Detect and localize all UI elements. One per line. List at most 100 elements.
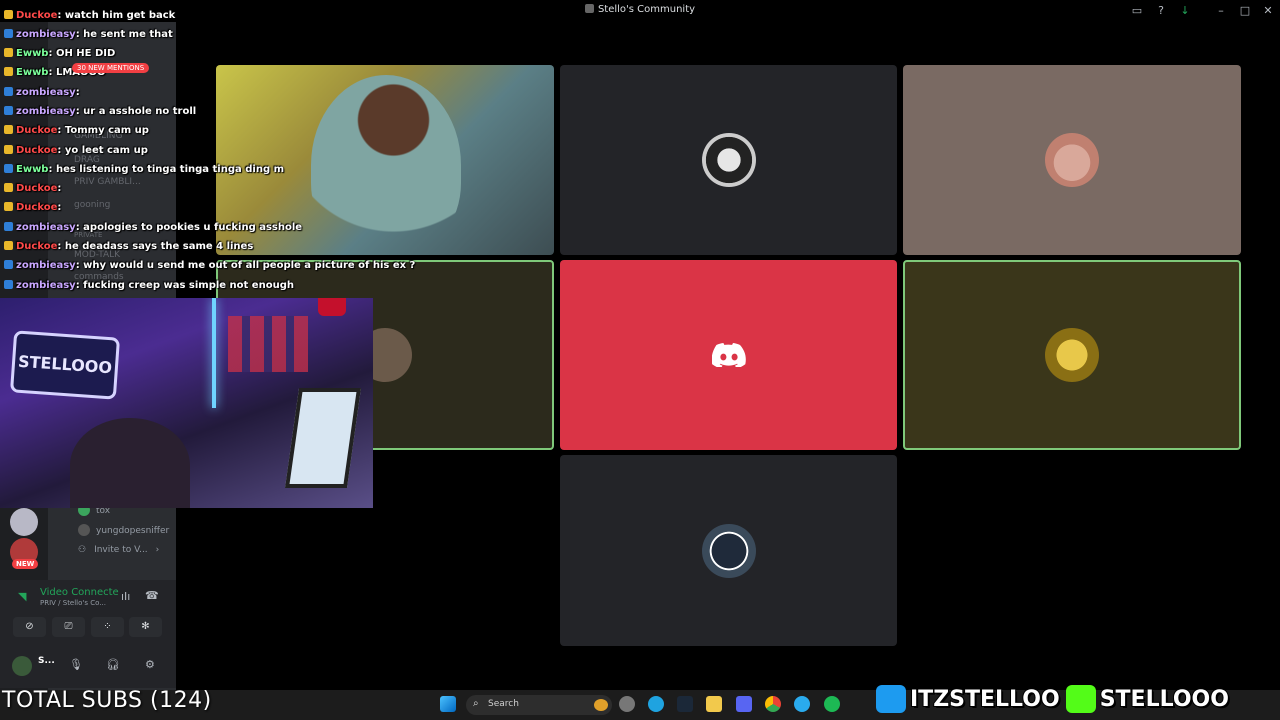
file-explorer-icon[interactable] [706, 696, 722, 712]
signal-icon[interactable]: ◥ [18, 590, 26, 603]
chat-username: Duckoe [16, 202, 58, 213]
chat-message: Duckoe: yo leet cam up [4, 145, 148, 161]
chat-message: zombieasy: he sent me that [4, 29, 173, 45]
chat-text: : fucking creep was simple not enough [75, 280, 294, 291]
chat-message: Ewwb: OH HE DID [4, 48, 115, 64]
vc-user-name: yungdopesniffer [96, 526, 170, 536]
chat-badge-icon [4, 164, 13, 173]
chat-username: zombieasy [16, 280, 76, 291]
steam-icon[interactable] [677, 696, 693, 712]
help-icon[interactable]: ? [1153, 3, 1169, 19]
invite-to-voice[interactable]: ⚇ Invite to V... › [78, 545, 159, 555]
search-placeholder: Search [488, 699, 519, 709]
activities-button[interactable]: ⁘ [91, 617, 124, 637]
avatar[interactable] [12, 656, 32, 676]
chat-username: zombieasy [16, 29, 76, 40]
chat-badge-icon [4, 87, 13, 96]
chat-text: : hes listening to tinga tinga tinga din… [48, 164, 285, 175]
twitter-handle-text: ITZSTELLOO [909, 686, 1061, 713]
chrome-icon[interactable] [765, 696, 781, 712]
chat-badge-icon [4, 29, 13, 38]
disconnect-icon[interactable]: ☎ [145, 589, 159, 602]
video-tile-6[interactable] [903, 260, 1241, 450]
chat-username: Ewwb [16, 164, 49, 175]
screen-share-button[interactable]: ⎚ [52, 617, 85, 637]
participant-avatar [1045, 328, 1099, 382]
voice-channel[interactable]: PRIV / Stello's Co... [40, 599, 106, 607]
channel-gooning[interactable]: gooning [74, 200, 110, 210]
chat-username: Duckoe [16, 125, 58, 136]
noise-suppression-icon[interactable]: ıIı [121, 590, 130, 603]
streamer [70, 418, 190, 508]
chat-username: Duckoe [16, 10, 58, 21]
camera-off-button[interactable]: ⊘ [13, 617, 46, 637]
spotify-icon[interactable] [824, 696, 840, 712]
chat-message: Duckoe: he deadass says the same 4 lines [4, 241, 253, 257]
soundboard-button[interactable]: ✻ [129, 617, 162, 637]
chat-text: : Tommy cam up [57, 125, 149, 136]
kick-icon [1065, 685, 1096, 713]
social-handles: ITZSTELLOO STELLOOO [876, 682, 1230, 716]
maximize-icon[interactable]: □ [1237, 3, 1253, 19]
widgets-icon[interactable] [594, 699, 608, 711]
server-icon [584, 4, 594, 13]
chat-text: : OH HE DID [48, 48, 116, 59]
chat-username: zombieasy [16, 222, 76, 233]
edge-icon[interactable] [648, 696, 664, 712]
chat-badge-icon [4, 106, 13, 115]
video-tile-7[interactable] [560, 455, 897, 646]
chat-username: Duckoe [16, 145, 58, 156]
close-icon[interactable]: ✕ [1260, 3, 1276, 19]
brand-logo-icon [318, 298, 346, 316]
chevron-right-icon: › [155, 545, 160, 555]
windows-start-icon[interactable] [440, 696, 456, 712]
chat-badge-icon [4, 125, 13, 134]
chat-message: Duckoe: [4, 183, 61, 199]
chat-badge-icon [4, 241, 13, 250]
chrome-canary-icon[interactable] [619, 696, 635, 712]
gear-icon[interactable]: ⚙ [145, 658, 155, 671]
chat-username: Duckoe [16, 183, 58, 194]
window-title: Stello's Community [0, 4, 1280, 15]
chat-username: zombieasy [16, 87, 76, 98]
chat-badge-icon [4, 202, 13, 211]
chat-badge-icon [4, 260, 13, 269]
participant-avatar [1045, 133, 1099, 187]
chat-message: Ewwb: hes listening to tinga tinga tinga… [4, 164, 284, 180]
minimize-icon[interactable]: – [1213, 3, 1229, 19]
microphone-icon[interactable]: 🎙︎ [69, 658, 83, 671]
chat-text: : [57, 202, 62, 213]
add-person-icon: ⚇ [78, 545, 87, 555]
chat-text: : why would u send me out of all people … [75, 260, 416, 271]
inbox-icon[interactable]: ▭ [1129, 3, 1145, 19]
twitter-handle: ITZSTELLOO [876, 685, 1061, 713]
neon-sign: STELLOOO [9, 330, 121, 400]
chat-message: zombieasy: ur a asshole no troll [4, 106, 196, 122]
window-title-text: Stello's Community [597, 4, 696, 15]
chat-message: Duckoe: [4, 202, 61, 218]
chat-badge-icon [4, 222, 13, 231]
discord-logo-icon [711, 343, 746, 367]
video-tile-discord[interactable] [560, 260, 897, 450]
headphones-icon[interactable]: 🎧︎ [106, 658, 120, 671]
chat-text: : ur a asshole no troll [75, 106, 197, 117]
chat-badge-icon [4, 183, 13, 192]
video-tile-2[interactable] [560, 65, 897, 255]
new-badge: NEW [12, 559, 39, 569]
vc-user-yungdopesniffer[interactable]: yungdopesniffer [78, 524, 169, 536]
taskbar-search[interactable]: ⌕ Search [466, 695, 612, 715]
window-titlebar: Stello's Community ▭ ? ↓ – □ ✕ [0, 0, 1280, 22]
download-icon[interactable]: ↓ [1177, 3, 1193, 19]
chat-text: : he deadass says the same 4 lines [57, 241, 254, 252]
chat-message: zombieasy: fucking creep was simple not … [4, 280, 294, 296]
telegram-icon[interactable] [794, 696, 810, 712]
chat-message: Duckoe: watch him get back [4, 10, 175, 26]
discord-icon[interactable] [736, 696, 752, 712]
chat-message: Duckoe: Tommy cam up [4, 125, 149, 141]
chat-text: : apologies to pookies u fucking asshole [75, 222, 303, 233]
server-icon-1[interactable] [10, 508, 38, 536]
chat-text: : watch him get back [57, 10, 176, 21]
video-tile-3[interactable] [903, 65, 1241, 255]
chat-badge-icon [4, 280, 13, 289]
new-mentions-badge[interactable]: 30 NEW MENTIONS [72, 63, 150, 73]
